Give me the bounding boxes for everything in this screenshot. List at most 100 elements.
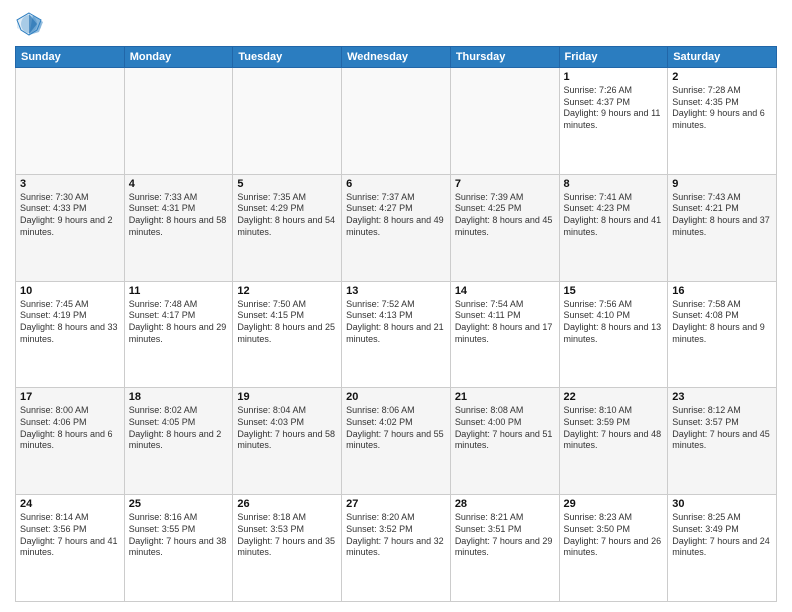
calendar-cell: 20Sunrise: 8:06 AMSunset: 4:02 PMDayligh… bbox=[342, 388, 451, 495]
calendar-cell bbox=[450, 68, 559, 175]
day-number: 21 bbox=[455, 391, 555, 403]
day-info: Sunset: 4:33 PM bbox=[20, 203, 120, 215]
day-info: Sunrise: 7:28 AM bbox=[672, 85, 772, 97]
day-info: Daylight: 7 hours and 26 minutes. bbox=[564, 536, 664, 559]
day-info: Sunrise: 7:26 AM bbox=[564, 85, 664, 97]
day-info: Sunrise: 8:02 AM bbox=[129, 405, 229, 417]
day-info: Sunrise: 8:14 AM bbox=[20, 512, 120, 524]
day-info: Sunset: 4:05 PM bbox=[129, 417, 229, 429]
day-info: Daylight: 7 hours and 38 minutes. bbox=[129, 536, 229, 559]
calendar-cell: 14Sunrise: 7:54 AMSunset: 4:11 PMDayligh… bbox=[450, 281, 559, 388]
calendar-cell: 26Sunrise: 8:18 AMSunset: 3:53 PMDayligh… bbox=[233, 495, 342, 602]
day-info: Daylight: 7 hours and 55 minutes. bbox=[346, 429, 446, 452]
logo-icon bbox=[15, 10, 43, 38]
day-info: Sunset: 3:53 PM bbox=[237, 524, 337, 536]
day-number: 16 bbox=[672, 285, 772, 297]
day-info: Daylight: 8 hours and 2 minutes. bbox=[129, 429, 229, 452]
calendar-cell: 6Sunrise: 7:37 AMSunset: 4:27 PMDaylight… bbox=[342, 174, 451, 281]
day-number: 15 bbox=[564, 285, 664, 297]
day-info: Sunrise: 8:23 AM bbox=[564, 512, 664, 524]
calendar-cell: 9Sunrise: 7:43 AMSunset: 4:21 PMDaylight… bbox=[668, 174, 777, 281]
calendar-cell: 22Sunrise: 8:10 AMSunset: 3:59 PMDayligh… bbox=[559, 388, 668, 495]
day-info: Sunrise: 8:21 AM bbox=[455, 512, 555, 524]
day-info: Daylight: 8 hours and 41 minutes. bbox=[564, 215, 664, 238]
header-sunday: Sunday bbox=[16, 47, 125, 68]
day-info: Sunset: 4:37 PM bbox=[564, 97, 664, 109]
day-info: Daylight: 7 hours and 45 minutes. bbox=[672, 429, 772, 452]
page: Sunday Monday Tuesday Wednesday Thursday… bbox=[0, 0, 792, 612]
day-info: Sunrise: 8:10 AM bbox=[564, 405, 664, 417]
day-number: 12 bbox=[237, 285, 337, 297]
calendar-cell: 15Sunrise: 7:56 AMSunset: 4:10 PMDayligh… bbox=[559, 281, 668, 388]
calendar-week-row: 10Sunrise: 7:45 AMSunset: 4:19 PMDayligh… bbox=[16, 281, 777, 388]
day-info: Daylight: 7 hours and 29 minutes. bbox=[455, 536, 555, 559]
day-info: Sunrise: 7:37 AM bbox=[346, 192, 446, 204]
day-number: 27 bbox=[346, 498, 446, 510]
day-info: Sunset: 4:25 PM bbox=[455, 203, 555, 215]
day-number: 7 bbox=[455, 178, 555, 190]
day-number: 24 bbox=[20, 498, 120, 510]
day-number: 14 bbox=[455, 285, 555, 297]
day-number: 29 bbox=[564, 498, 664, 510]
day-info: Sunset: 4:27 PM bbox=[346, 203, 446, 215]
calendar-week-row: 17Sunrise: 8:00 AMSunset: 4:06 PMDayligh… bbox=[16, 388, 777, 495]
day-info: Daylight: 8 hours and 9 minutes. bbox=[672, 322, 772, 345]
day-info: Sunset: 4:06 PM bbox=[20, 417, 120, 429]
day-info: Daylight: 8 hours and 45 minutes. bbox=[455, 215, 555, 238]
day-number: 13 bbox=[346, 285, 446, 297]
day-info: Sunset: 3:51 PM bbox=[455, 524, 555, 536]
header-thursday: Thursday bbox=[450, 47, 559, 68]
day-info: Sunrise: 8:00 AM bbox=[20, 405, 120, 417]
calendar-cell bbox=[16, 68, 125, 175]
calendar-cell: 4Sunrise: 7:33 AMSunset: 4:31 PMDaylight… bbox=[124, 174, 233, 281]
day-info: Sunrise: 7:35 AM bbox=[237, 192, 337, 204]
day-number: 5 bbox=[237, 178, 337, 190]
day-info: Sunrise: 8:08 AM bbox=[455, 405, 555, 417]
day-number: 4 bbox=[129, 178, 229, 190]
day-info: Sunrise: 7:52 AM bbox=[346, 299, 446, 311]
day-info: Sunset: 4:03 PM bbox=[237, 417, 337, 429]
calendar-cell: 27Sunrise: 8:20 AMSunset: 3:52 PMDayligh… bbox=[342, 495, 451, 602]
day-info: Daylight: 9 hours and 2 minutes. bbox=[20, 215, 120, 238]
day-info: Sunrise: 7:54 AM bbox=[455, 299, 555, 311]
day-number: 9 bbox=[672, 178, 772, 190]
calendar-cell: 17Sunrise: 8:00 AMSunset: 4:06 PMDayligh… bbox=[16, 388, 125, 495]
calendar-cell: 10Sunrise: 7:45 AMSunset: 4:19 PMDayligh… bbox=[16, 281, 125, 388]
day-info: Sunset: 4:11 PM bbox=[455, 310, 555, 322]
day-number: 2 bbox=[672, 71, 772, 83]
day-number: 8 bbox=[564, 178, 664, 190]
day-number: 3 bbox=[20, 178, 120, 190]
day-number: 18 bbox=[129, 391, 229, 403]
header-tuesday: Tuesday bbox=[233, 47, 342, 68]
day-number: 25 bbox=[129, 498, 229, 510]
day-number: 10 bbox=[20, 285, 120, 297]
day-info: Daylight: 7 hours and 41 minutes. bbox=[20, 536, 120, 559]
day-info: Sunrise: 7:30 AM bbox=[20, 192, 120, 204]
day-info: Sunset: 3:55 PM bbox=[129, 524, 229, 536]
day-info: Sunrise: 8:12 AM bbox=[672, 405, 772, 417]
calendar-cell: 12Sunrise: 7:50 AMSunset: 4:15 PMDayligh… bbox=[233, 281, 342, 388]
day-info: Sunrise: 8:16 AM bbox=[129, 512, 229, 524]
calendar-week-row: 3Sunrise: 7:30 AMSunset: 4:33 PMDaylight… bbox=[16, 174, 777, 281]
day-info: Daylight: 8 hours and 58 minutes. bbox=[129, 215, 229, 238]
day-info: Sunset: 3:49 PM bbox=[672, 524, 772, 536]
day-info: Sunrise: 8:25 AM bbox=[672, 512, 772, 524]
logo bbox=[15, 10, 47, 38]
day-info: Sunset: 3:56 PM bbox=[20, 524, 120, 536]
day-info: Sunrise: 8:18 AM bbox=[237, 512, 337, 524]
day-info: Sunset: 4:00 PM bbox=[455, 417, 555, 429]
calendar-cell: 23Sunrise: 8:12 AMSunset: 3:57 PMDayligh… bbox=[668, 388, 777, 495]
day-info: Sunset: 4:15 PM bbox=[237, 310, 337, 322]
calendar-cell bbox=[233, 68, 342, 175]
day-info: Sunset: 4:13 PM bbox=[346, 310, 446, 322]
day-info: Daylight: 8 hours and 25 minutes. bbox=[237, 322, 337, 345]
day-info: Sunset: 3:50 PM bbox=[564, 524, 664, 536]
day-info: Sunrise: 7:45 AM bbox=[20, 299, 120, 311]
day-info: Daylight: 8 hours and 6 minutes. bbox=[20, 429, 120, 452]
day-info: Daylight: 8 hours and 21 minutes. bbox=[346, 322, 446, 345]
weekday-header-row: Sunday Monday Tuesday Wednesday Thursday… bbox=[16, 47, 777, 68]
day-number: 20 bbox=[346, 391, 446, 403]
calendar-cell: 25 Sunrise: 8:16 AMSunset: 3:55 PMDayligh… bbox=[124, 495, 233, 602]
day-info: Daylight: 8 hours and 13 minutes. bbox=[564, 322, 664, 345]
calendar-cell bbox=[124, 68, 233, 175]
